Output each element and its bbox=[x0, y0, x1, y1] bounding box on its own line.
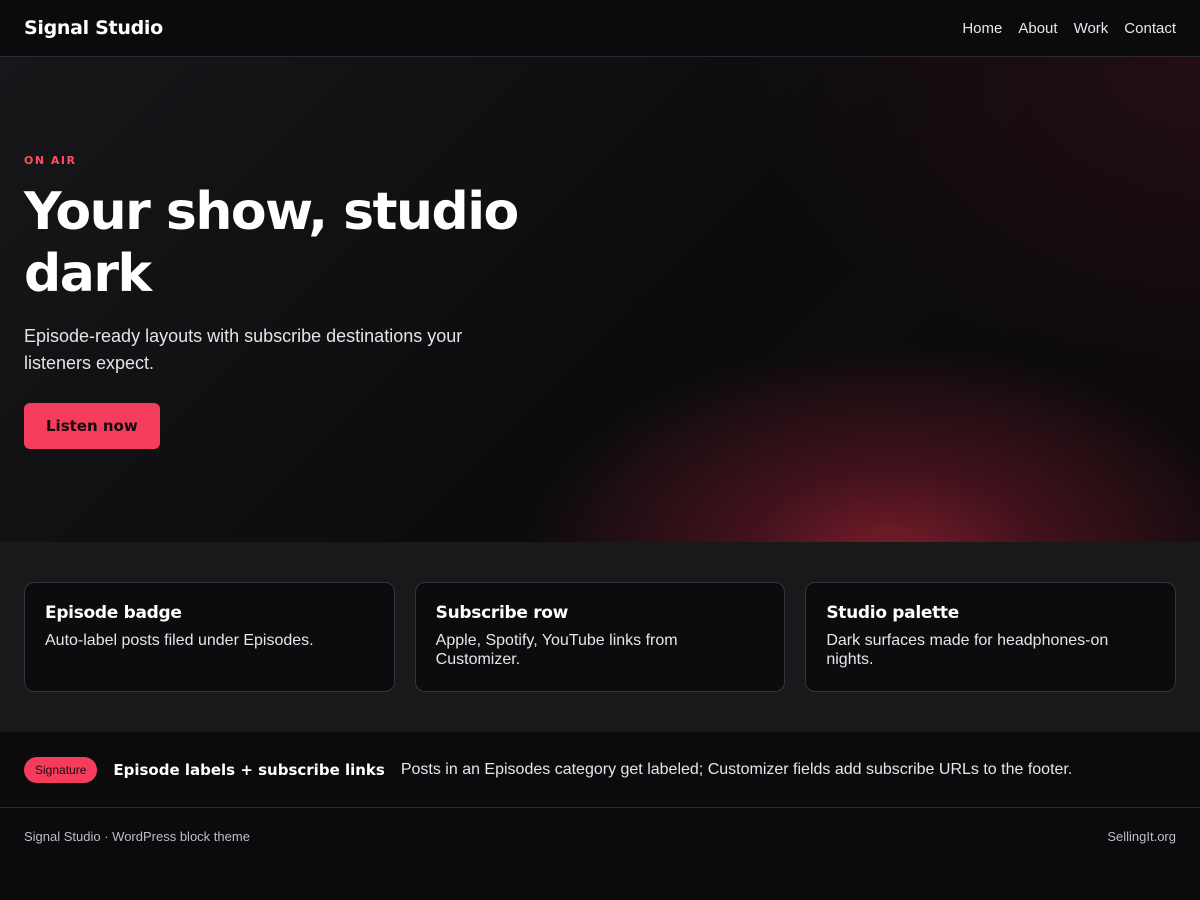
nav-about[interactable]: About bbox=[1018, 20, 1057, 37]
feature-card-studio-palette: Studio palette Dark surfaces made for he… bbox=[805, 582, 1177, 692]
footer-link[interactable]: SellingIt.org bbox=[1107, 829, 1176, 844]
hero-content: ON AIR Your show, studio dark Episode-re… bbox=[24, 154, 584, 449]
nav-home[interactable]: Home bbox=[962, 20, 1002, 37]
signature-bar: Signature Episode labels + subscribe lin… bbox=[0, 732, 1200, 808]
main-nav: Home About Work Contact bbox=[962, 20, 1176, 37]
hero-title: Your show, studio dark bbox=[24, 182, 519, 304]
signature-text: Posts in an Episodes category get labele… bbox=[400, 760, 1073, 778]
hero-kicker: ON AIR bbox=[24, 154, 77, 167]
feature-card-title: Subscribe row bbox=[435, 603, 569, 623]
hero-subtitle: Episode-ready layouts with subscribe des… bbox=[24, 326, 463, 373]
footer-credit: Signal Studio · WordPress block theme bbox=[24, 828, 250, 844]
nav-work[interactable]: Work bbox=[1074, 20, 1109, 37]
nav-contact[interactable]: Contact bbox=[1124, 20, 1176, 37]
feature-card-text: Auto-label posts filed under Episodes. bbox=[45, 632, 314, 649]
site-brand[interactable]: Signal Studio bbox=[24, 17, 163, 39]
signature-badge: Signature bbox=[24, 756, 98, 783]
feature-card-text: Apple, Spotify, YouTube links from Custo… bbox=[435, 632, 678, 668]
feature-card-episode-badge: Episode badge Auto-label posts filed und… bbox=[24, 582, 395, 692]
feature-card-text: Dark surfaces made for headphones-on nig… bbox=[826, 632, 1109, 668]
site-header: Signal Studio Home About Work Contact bbox=[0, 0, 1200, 57]
features-section: Episode badge Auto-label posts filed und… bbox=[0, 542, 1200, 732]
listen-now-button[interactable]: Listen now bbox=[24, 403, 160, 449]
feature-card-title: Studio palette bbox=[826, 603, 959, 623]
hero-glow bbox=[740, 57, 1200, 377]
feature-card-subscribe-row: Subscribe row Apple, Spotify, YouTube li… bbox=[414, 582, 786, 692]
signature-title: Episode labels + subscribe links bbox=[113, 760, 385, 779]
site-footer: Signal Studio · WordPress block theme Se… bbox=[0, 808, 1200, 864]
feature-card-title: Episode badge bbox=[45, 603, 182, 623]
hero-section: ON AIR Your show, studio dark Episode-re… bbox=[0, 57, 1200, 542]
